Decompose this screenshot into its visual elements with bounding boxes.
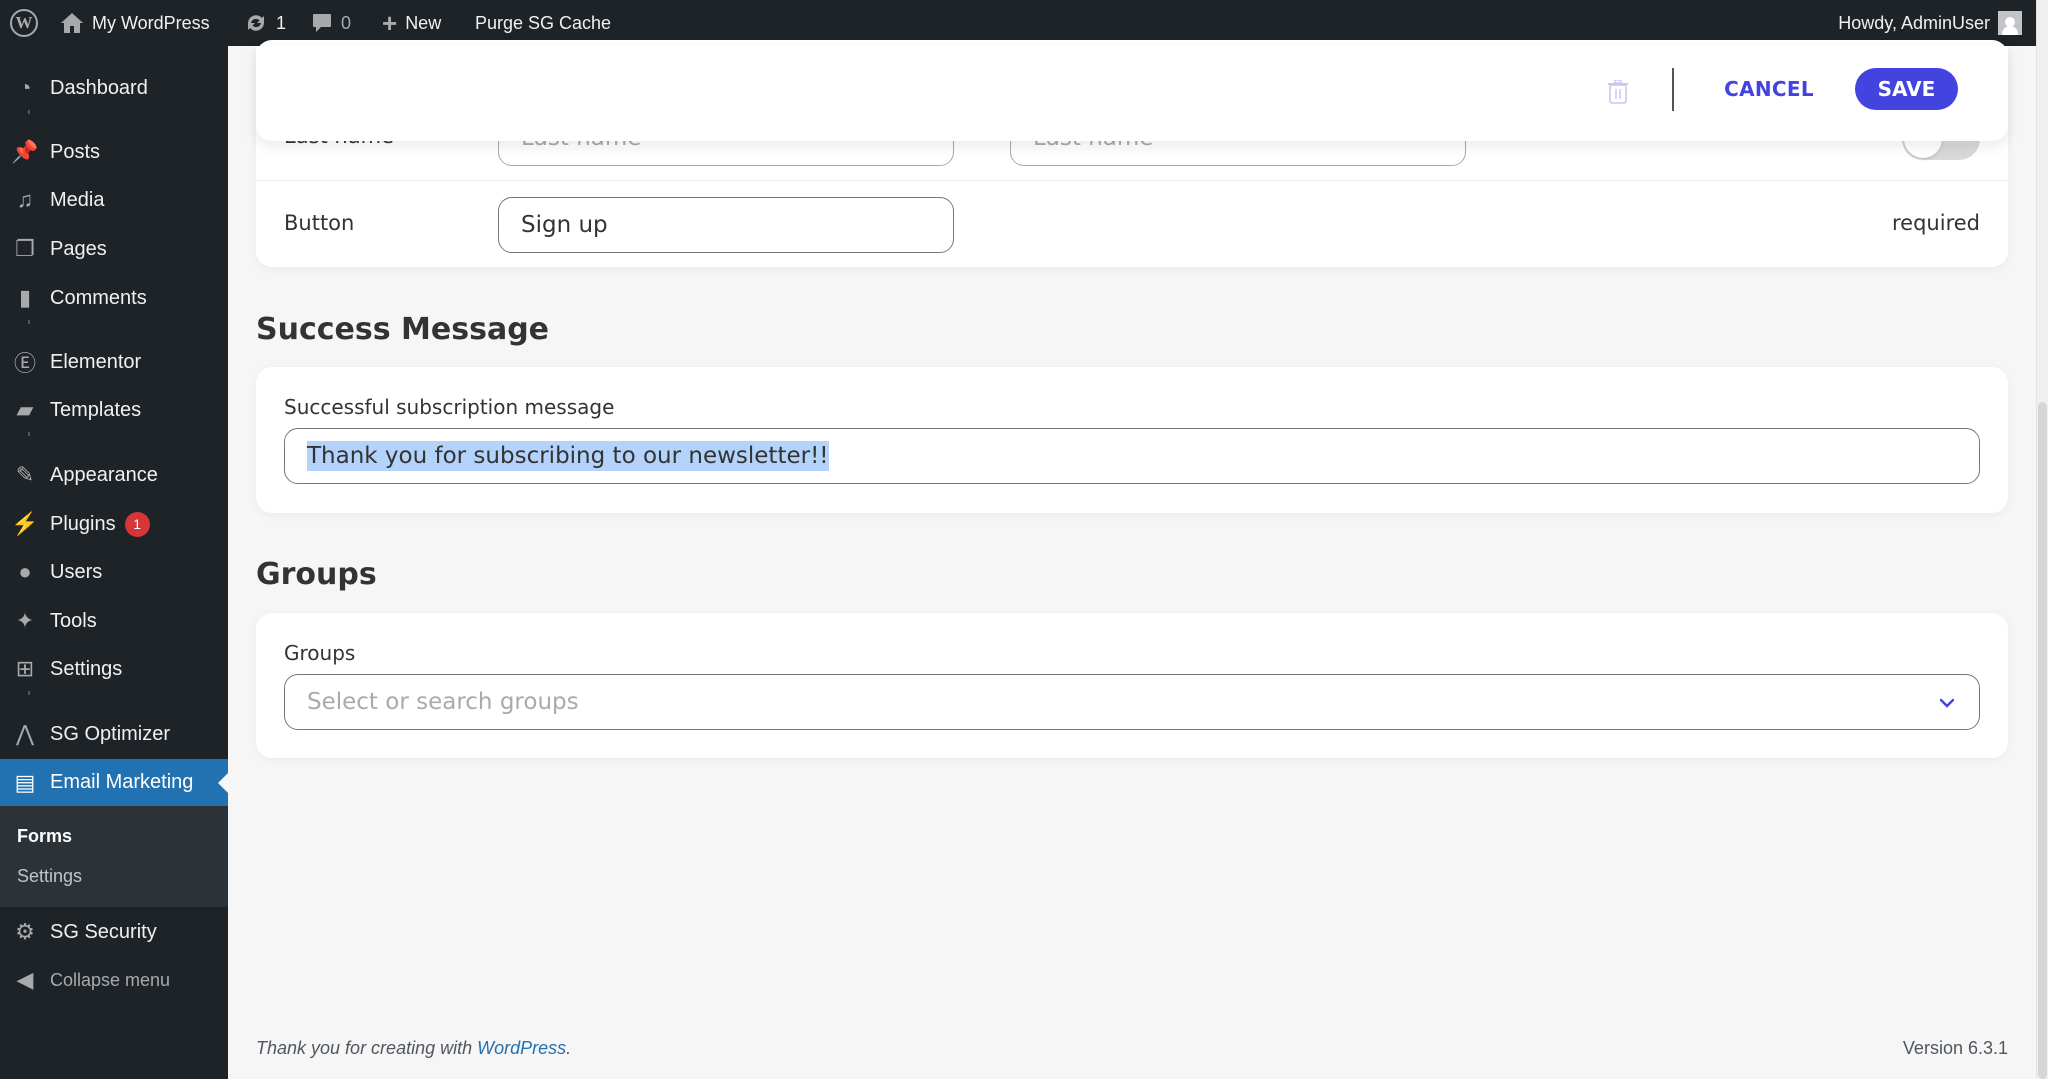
site-name-menu[interactable]: My WordPress (60, 0, 210, 46)
success-field-label: Successful subscription message (284, 395, 615, 419)
scrollbar-thumb[interactable] (2038, 402, 2047, 1079)
sidebar-item-label: Users (50, 560, 103, 583)
avatar-icon (1998, 11, 2022, 35)
save-button[interactable]: SAVE (1855, 68, 1958, 110)
new-label: New (405, 12, 442, 33)
groups-placeholder: Select or search groups (307, 689, 579, 715)
sidebar-item-sg-optimizer[interactable]: ⋀ SG Optimizer (0, 714, 228, 754)
row-divider (256, 180, 2008, 181)
sidebar-item-users[interactable]: ● Users (0, 552, 228, 592)
selected-text: Thank you for subscribing to our newslet… (307, 441, 829, 471)
footer-thanks: Thank you for creating with WordPress. (256, 1038, 571, 1059)
pushpin-icon: 📌 (11, 139, 39, 164)
menu-separator (28, 110, 30, 114)
sidebar-item-dashboard[interactable]: ◔ Dashboard (0, 68, 228, 108)
wp-logo-menu[interactable]: W (10, 0, 38, 46)
trash-icon[interactable] (1608, 80, 1628, 104)
cancel-button[interactable]: CANCEL (1724, 68, 1813, 110)
sidebar-item-label: Appearance (50, 463, 158, 486)
header-divider (1672, 68, 1674, 111)
success-message-input[interactable]: Thank you for subscribing to our newslet… (284, 428, 1980, 484)
sidebar-item-label: SG Security (50, 920, 157, 943)
sidebar-item-label: Settings (50, 657, 123, 680)
sidebar-item-email-marketing[interactable]: ▤ Email Marketing (0, 759, 228, 806)
site-name: My WordPress (92, 12, 210, 33)
collapse-menu-button[interactable]: ◀ Collapse menu (0, 960, 228, 1000)
groups-select[interactable]: Select or search groups (284, 674, 1980, 730)
updates-count: 1 (276, 12, 287, 33)
sg-optimizer-icon: ⋀ (15, 721, 35, 746)
sidebar-item-label: Comments (50, 286, 147, 309)
sidebar-item-label: Pages (50, 237, 107, 260)
chevron-down-icon (1939, 698, 1955, 708)
menu-separator (28, 432, 30, 436)
plugin-icon: ⚡ (11, 511, 39, 536)
sidebar-item-label: Media (50, 188, 105, 211)
dashboard-icon: ◔ (18, 75, 32, 100)
submenu-item-settings[interactable]: Settings (17, 866, 82, 887)
groups-field-label: Groups (284, 641, 356, 665)
required-status: required (1892, 211, 1980, 235)
groups-title: Groups (256, 557, 377, 592)
paintbrush-icon: ✎ (15, 462, 35, 487)
howdy-text: Howdy, AdminUser (1838, 12, 1990, 33)
folder-icon: ▰ (16, 397, 34, 422)
wordpress-link[interactable]: WordPress (477, 1038, 566, 1058)
comments-count: 0 (341, 12, 352, 33)
menu-separator (28, 691, 30, 695)
menu-separator (28, 320, 30, 324)
sidebar-item-label: SG Optimizer (50, 722, 171, 745)
purge-label: Purge SG Cache (475, 12, 612, 33)
updates-icon (244, 12, 268, 34)
home-icon (60, 12, 84, 34)
footer-period: . (566, 1038, 572, 1058)
sidebar-item-sg-security[interactable]: ⚙ SG Security (0, 912, 228, 952)
sidebar-item-label: Elementor (50, 350, 142, 373)
user-icon: ● (18, 559, 32, 584)
sidebar-item-plugins[interactable]: ⚡ Plugins 1 (0, 504, 228, 544)
button-text-input[interactable]: Sign up (498, 197, 954, 253)
sidebar-item-label: Tools (50, 609, 97, 632)
sidebar-item-media[interactable]: ♫ Media (0, 180, 228, 220)
sidebar-item-label: Email Marketing (50, 771, 194, 793)
success-message-card: Successful subscription message Thank yo… (256, 367, 2008, 513)
settings-icon: ⊞ (15, 656, 35, 681)
sidebar-item-posts[interactable]: 📌 Posts (0, 132, 228, 172)
sidebar-item-templates[interactable]: ▰ Templates (0, 390, 228, 430)
footer-thanks-text: Thank you for creating with (256, 1038, 478, 1058)
sidebar-item-elementor[interactable]: Ⓔ Elementor (0, 342, 228, 382)
media-icon: ♫ (16, 187, 34, 212)
sidebar-item-pages[interactable]: ❐ Pages (0, 229, 228, 269)
collapse-label: Collapse menu (50, 969, 171, 990)
comment-bubble-icon (311, 12, 333, 34)
sidebar-item-label: Plugins (50, 512, 116, 535)
sidebar-item-settings[interactable]: ⊞ Settings (0, 649, 228, 689)
button-label: Button (284, 211, 355, 235)
success-message-title: Success Message (256, 312, 550, 347)
sidebar-item-tools[interactable]: ✦ Tools (0, 601, 228, 641)
groups-card: Groups Select or search groups (256, 613, 2008, 758)
sidebar-item-appearance[interactable]: ✎ Appearance (0, 455, 228, 495)
sidebar-item-comments[interactable]: ▮ Comments (0, 278, 228, 318)
sidebar-item-label: Templates (50, 398, 142, 421)
plus-icon: + (382, 7, 398, 38)
submenu-item-forms[interactable]: Forms (17, 826, 72, 847)
plugins-update-badge: 1 (124, 511, 150, 537)
version-text: Version 6.3.1 (1902, 1038, 2008, 1058)
sidebar-item-label: Posts (50, 140, 101, 163)
email-marketing-submenu: Forms Settings (0, 806, 228, 907)
wrench-icon: ✦ (15, 608, 35, 633)
email-marketing-icon: ▤ (14, 769, 36, 795)
collapse-arrow-icon: ◀ (16, 967, 34, 992)
wordpress-logo-icon: W (10, 9, 38, 37)
lock-gear-icon: ⚙ (15, 919, 35, 944)
sidebar-item-label: Dashboard (50, 76, 148, 99)
comment-icon: ▮ (18, 285, 32, 310)
pages-icon: ❐ (15, 236, 35, 261)
elementor-icon: Ⓔ (13, 351, 36, 376)
